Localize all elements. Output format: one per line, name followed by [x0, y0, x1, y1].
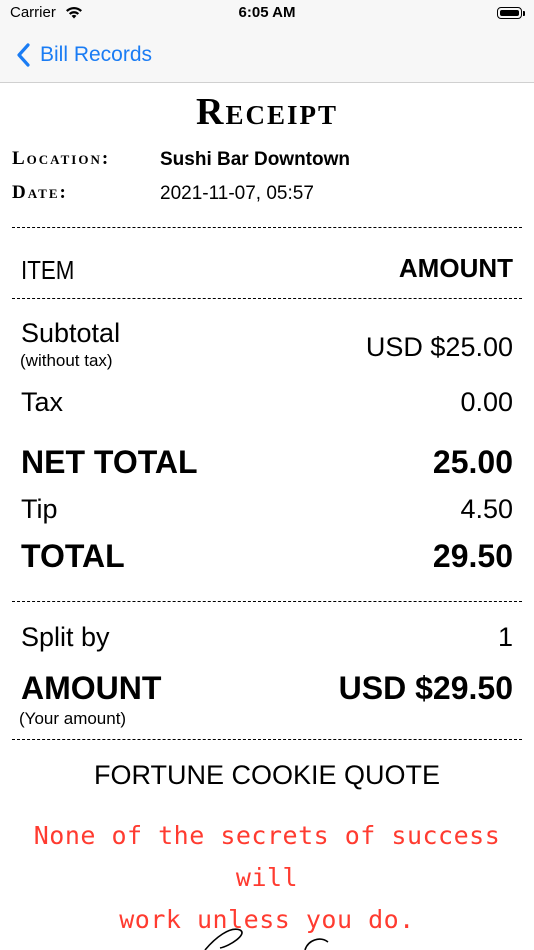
- split-label: Split by: [21, 622, 110, 652]
- tip-label: Tip: [21, 494, 58, 524]
- status-bar: Carrier 6:05 AM: [0, 0, 534, 30]
- subtotal-value: USD $25.00: [365, 332, 513, 362]
- amount-column-header: AMOUNT: [398, 253, 513, 283]
- item-column-header: ITEM: [21, 255, 75, 285]
- clock: 6:05 AM: [238, 4, 296, 21]
- signature-image: [204, 928, 329, 950]
- divider: [12, 227, 522, 228]
- net-total-label: NET TOTAL: [21, 444, 198, 480]
- back-button[interactable]: Bill Records: [14, 40, 152, 70]
- total-label: TOTAL: [21, 538, 125, 574]
- your-amount-label: AMOUNT: [21, 670, 162, 706]
- battery-cap: [523, 11, 525, 16]
- navigation-bar: Bill Records: [0, 30, 534, 83]
- total-value: 29.50: [432, 538, 513, 574]
- back-button-label: Bill Records: [40, 43, 153, 66]
- subtotal-sublabel: (without tax): [20, 351, 113, 370]
- receipt-title: Receipt: [196, 91, 338, 133]
- divider: [12, 298, 522, 299]
- divider: [12, 601, 522, 602]
- date-value: 2021-11-07, 05:57: [160, 183, 314, 204]
- your-amount-sublabel: (Your amount): [19, 709, 127, 728]
- net-total-value: 25.00: [432, 444, 513, 480]
- chevron-left-icon: [17, 43, 30, 67]
- battery-icon: [497, 7, 522, 19]
- date-label: Date:: [12, 182, 68, 203]
- fortune-quote-line: None of the secrets of success will: [33, 821, 501, 892]
- divider: [12, 739, 522, 740]
- fortune-title: FORTUNE COOKIE QUOTE: [93, 760, 441, 790]
- split-value: 1: [497, 622, 513, 652]
- location-label: Location:: [12, 148, 111, 169]
- your-amount-value: USD $29.50: [338, 670, 513, 706]
- tip-value: 4.50: [460, 494, 513, 524]
- location-value: Sushi Bar Downtown: [160, 149, 350, 170]
- subtotal-label: Subtotal: [21, 318, 121, 348]
- tax-value: 0.00: [460, 387, 513, 417]
- tax-label: Tax: [21, 387, 64, 417]
